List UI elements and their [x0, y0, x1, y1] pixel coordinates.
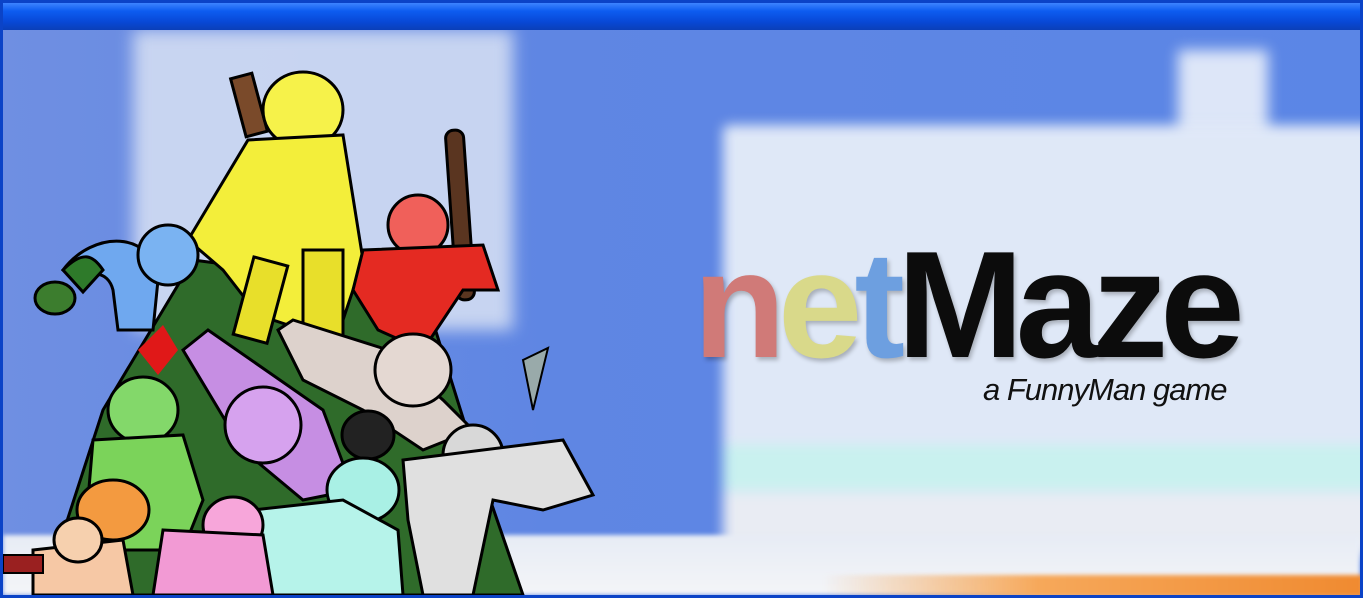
logo-letter-e: e: [777, 220, 862, 390]
logo-tagline: a FunnyMan game: [983, 372, 1227, 407]
logo-word-maze: Maze: [897, 220, 1245, 390]
logo-wordmark: netMaze: [693, 225, 1245, 385]
game-window: netMaze a FunnyMan game: [0, 0, 1363, 598]
splash-screen: netMaze a FunnyMan game: [3, 30, 1360, 595]
background-band: [723, 445, 1360, 490]
netmaze-logo: netMaze a FunnyMan game: [693, 225, 1293, 425]
black-character: [340, 409, 396, 461]
logo-letter-t: t: [854, 220, 905, 390]
background-orange-strip: [823, 575, 1360, 595]
character-pile-artwork: [3, 70, 596, 595]
window-titlebar[interactable]: [3, 3, 1360, 30]
logo-letter-n: n: [693, 220, 786, 390]
red-character: [351, 128, 501, 352]
